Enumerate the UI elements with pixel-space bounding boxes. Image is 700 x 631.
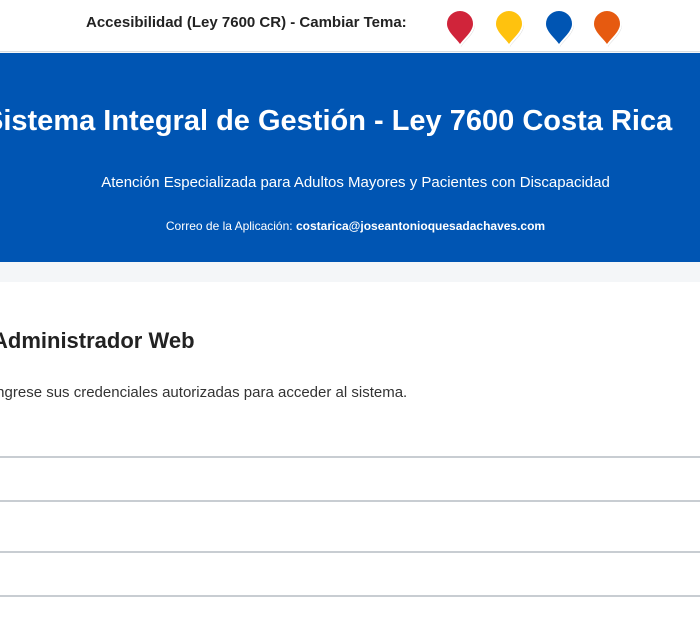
login-panel: Administrador Web Ingrese sus credencial… [0,282,700,631]
form-field-3[interactable] [0,511,700,553]
accessibility-bar: Accesibilidad (Ley 7600 CR) - Cambiar Te… [0,0,700,52]
map-pin-icon [591,9,623,48]
login-description: Ingrese sus credenciales autorizadas par… [0,384,408,401]
login-title: Administrador Web [0,328,195,353]
page-subtitle: Atención Especializada para Adultos Mayo… [101,174,610,191]
map-pin-icon [543,9,575,48]
theme-blue-button[interactable] [543,8,575,48]
map-pin-icon [493,9,525,48]
theme-orange-button[interactable] [591,8,623,48]
username-field[interactable] [0,415,700,458]
app-email-line: Correo de la Aplicación: costarica@josea… [0,219,700,233]
page-title: Sistema Integral de Gestión - Ley 7600 C… [0,105,673,137]
form-field-4[interactable] [0,555,700,597]
app-email-label: Correo de la Aplicación: [165,219,293,233]
theme-red-button[interactable] [444,8,476,48]
accessibility-label: Accesibilidad (Ley 7600 CR) - Cambiar Te… [86,14,407,31]
app-email-address: costarica@joseantonioquesadachaves.com [295,219,546,233]
map-pin-icon [444,9,476,48]
theme-yellow-button[interactable] [493,8,525,48]
password-field[interactable] [0,460,700,502]
page-header: Sistema Integral de Gestión - Ley 7600 C… [0,53,700,262]
